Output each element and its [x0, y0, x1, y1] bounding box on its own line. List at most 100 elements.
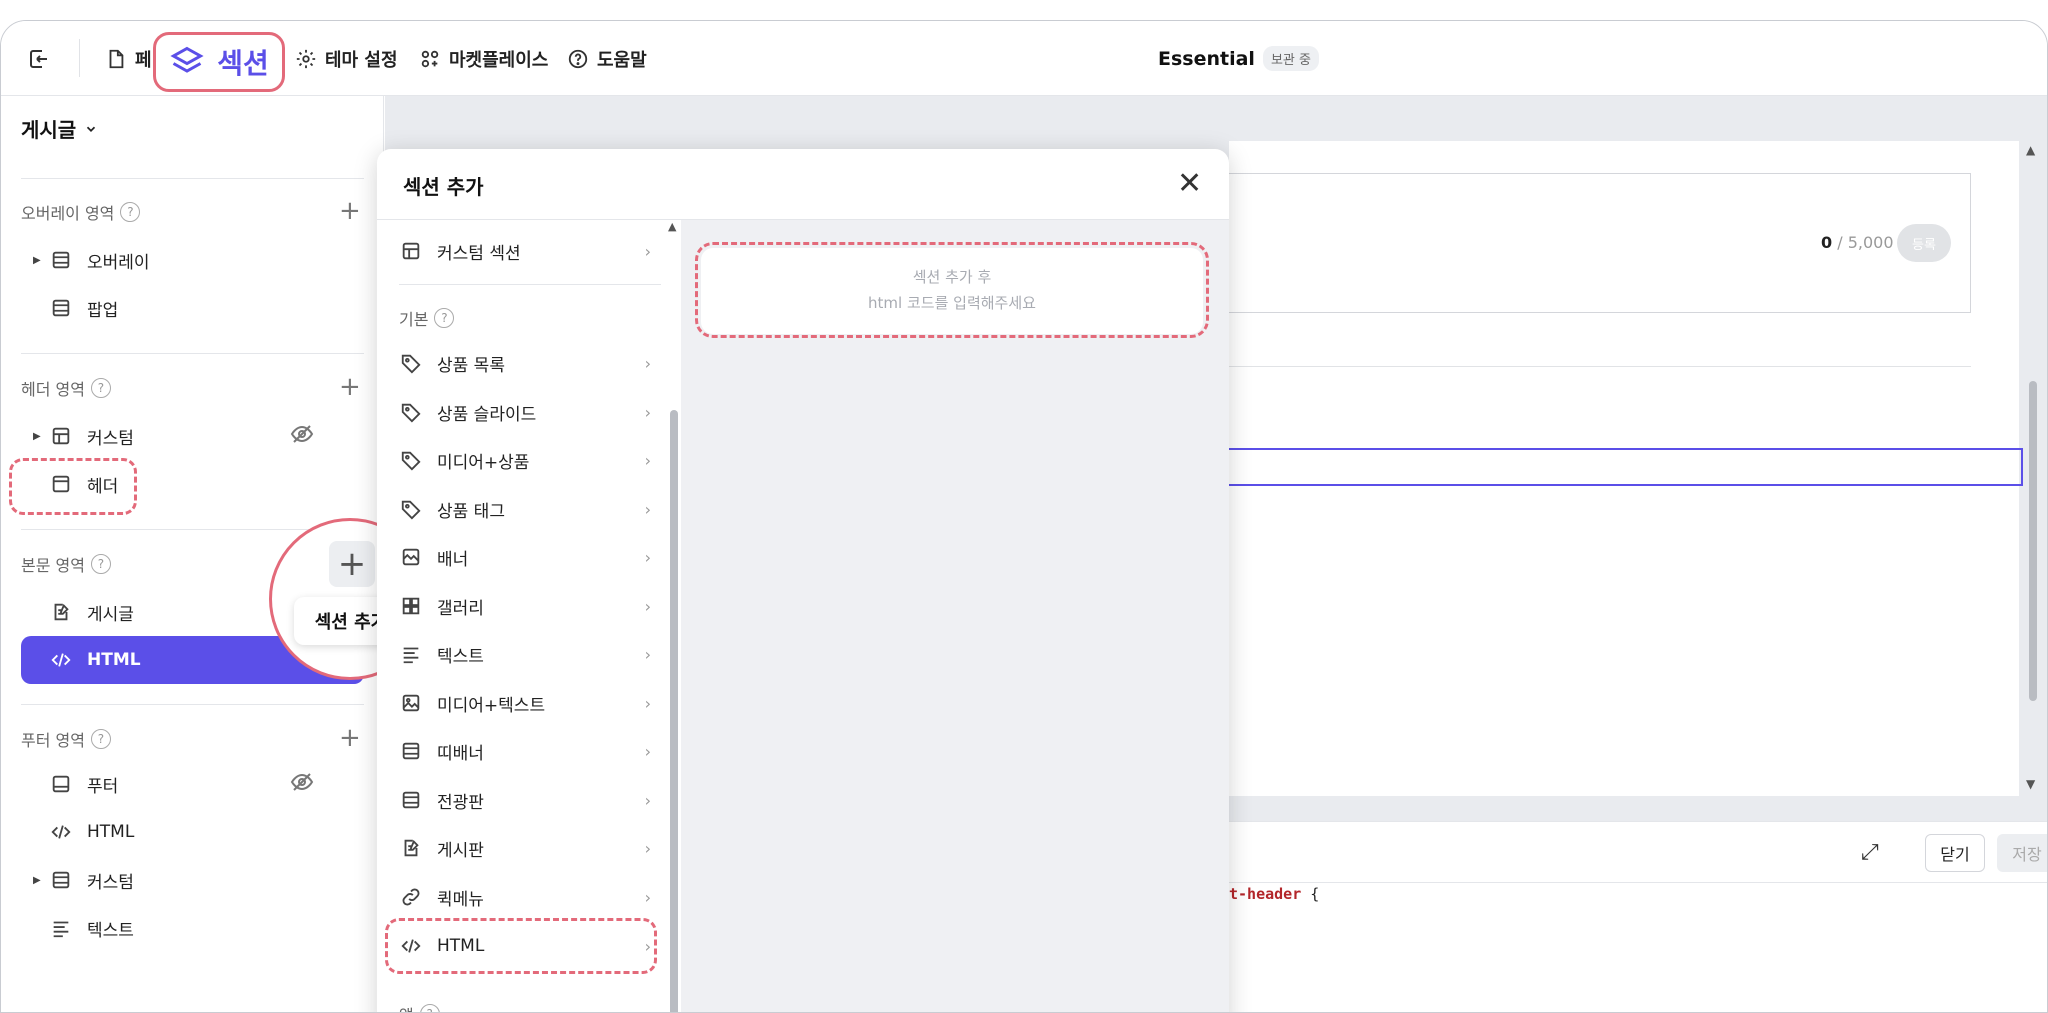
scroll-up-icon[interactable]: ▲	[2026, 143, 2035, 157]
edit-document-icon	[49, 600, 73, 624]
page-icon	[109, 49, 124, 68]
section-list-scrollbar[interactable]: ▲	[667, 220, 681, 1012]
menu-item-product-slide[interactable]: 상품 슬라이드 ›	[399, 392, 651, 432]
section-preview-pane: 섹션 추가 후 html 코드를 입력해주세요	[681, 219, 1229, 1012]
menu-item-banner[interactable]: 배너 ›	[399, 537, 651, 577]
marketplace-menu[interactable]: 마켓플레이스	[419, 21, 548, 96]
group-label-basic: 기본?	[399, 306, 455, 330]
theme-title-area: Essential 보관 중	[1158, 21, 1319, 96]
layout-rows-icon	[49, 296, 73, 320]
menu-item-gallery[interactable]: 갤러리 ›	[399, 586, 651, 626]
preview-frame: 0 / 5,000 등록	[1229, 141, 2023, 796]
menu-item-media-product[interactable]: 미디어+상품 ›	[399, 440, 651, 480]
page-menu[interactable]: 페	[105, 21, 152, 96]
add-overlay-button[interactable]: +	[339, 198, 361, 224]
caret-right-icon[interactable]: ▶	[33, 431, 49, 442]
help-icon[interactable]: ?	[90, 729, 111, 749]
menu-item-marquee[interactable]: 전광판 ›	[399, 780, 651, 820]
tag-icon	[399, 497, 423, 521]
code-editor-toolbar: ⤢ 닫기 저장	[1229, 821, 2047, 883]
layout-rows-icon	[399, 739, 423, 763]
layout-rows-icon	[49, 248, 73, 272]
caret-right-icon[interactable]: ▶	[33, 875, 49, 886]
register-button[interactable]: 등록	[1897, 224, 1951, 262]
sidebar-item-footer[interactable]: 푸터	[21, 760, 364, 808]
divider	[21, 353, 364, 354]
page-type-dropdown[interactable]: 게시글	[21, 114, 98, 143]
menu-item-quick-menu[interactable]: 퀵메뉴 ›	[399, 877, 651, 917]
menu-item-product-tag[interactable]: 상품 태그 ›	[399, 489, 651, 529]
tag-icon	[399, 448, 423, 472]
menu-item-strip-banner[interactable]: 띠배너 ›	[399, 731, 651, 771]
layout-rows-icon	[399, 788, 423, 812]
eye-off-icon[interactable]	[290, 422, 314, 451]
layout-rows-icon	[49, 868, 73, 892]
chevron-right-icon: ›	[644, 450, 651, 470]
add-header-button[interactable]: +	[339, 374, 361, 400]
sidebar-item-overlay[interactable]: ▶ 오버레이	[21, 236, 364, 284]
exit-button[interactable]	[27, 21, 59, 96]
eye-off-icon[interactable]	[290, 770, 314, 799]
sidebar-item-popup[interactable]: 팝업	[21, 284, 364, 332]
menu-item-custom-section[interactable]: 커스텀 섹션 ›	[399, 231, 651, 271]
gallery-icon	[399, 594, 423, 618]
banner-icon	[399, 545, 423, 569]
sidebar-item-footer-text[interactable]: 텍스트	[21, 904, 364, 952]
group-label-header: 헤더 영역?	[21, 376, 111, 400]
divider	[399, 284, 661, 285]
menu-item-board[interactable]: 게시판 ›	[399, 828, 651, 868]
help-menu[interactable]: 도움말	[567, 21, 647, 96]
theme-title: Essential	[1158, 47, 1255, 70]
scroll-up-icon[interactable]: ▲	[668, 220, 676, 233]
chevron-right-icon: ›	[644, 693, 651, 713]
html-item-highlight	[385, 918, 657, 974]
layout-icon	[399, 239, 423, 263]
help-icon[interactable]: ?	[120, 202, 141, 222]
scroll-thumb[interactable]	[670, 410, 678, 1012]
help-icon[interactable]: ?	[90, 378, 111, 398]
chevron-right-icon: ›	[644, 402, 651, 422]
sidebar-item-footer-custom[interactable]: ▶ 커스텀	[21, 856, 364, 904]
selected-section-outline[interactable]	[1229, 448, 2023, 486]
chevron-right-icon: ›	[644, 547, 651, 567]
close-button[interactable]: 닫기	[1925, 834, 1985, 872]
sidebar-item-custom[interactable]: ▶ 커스텀	[21, 412, 364, 460]
menu-item-media-text[interactable]: 미디어+텍스트 ›	[399, 683, 651, 723]
expand-icon[interactable]: ⤢	[1861, 840, 1879, 865]
scroll-down-icon[interactable]: ▼	[2026, 777, 2035, 791]
theme-settings-menu[interactable]: 테마 설정	[295, 21, 398, 96]
help-icon[interactable]: ?	[90, 554, 111, 574]
group-label-footer: 푸터 영역?	[21, 727, 111, 751]
add-section-modal: 섹션 추가 ✕ 커스텀 섹션 › 기본? 상품 목록 › 상품 슬라이드 › 미디어+…	[377, 149, 1229, 1012]
preview-scrollbar[interactable]: ▲ ▼	[2025, 141, 2041, 796]
apps-icon	[421, 50, 439, 67]
caret-right-icon[interactable]: ▶	[33, 255, 49, 266]
help-icon[interactable]: ?	[434, 308, 455, 328]
sidebar-item-footer-html[interactable]: HTML	[21, 808, 364, 856]
image-icon	[399, 691, 423, 715]
text-lines-icon	[399, 642, 423, 666]
add-section-button[interactable]: +	[329, 541, 375, 587]
divider	[1229, 366, 1971, 367]
gear-icon	[296, 49, 316, 68]
group-label-body: 본문 영역?	[21, 552, 111, 576]
link-icon	[399, 885, 423, 909]
save-button[interactable]: 저장	[1997, 834, 2047, 872]
chevron-right-icon: ›	[644, 741, 651, 761]
section-menu-highlight[interactable]: 섹션	[153, 32, 285, 92]
tag-icon	[399, 351, 423, 375]
layout-bottom-icon	[49, 772, 73, 796]
scroll-thumb[interactable]	[2029, 381, 2037, 701]
help-icon[interactable]: ?	[419, 1004, 440, 1012]
menu-item-text[interactable]: 텍스트 ›	[399, 634, 651, 674]
close-icon[interactable]: ✕	[1177, 169, 1202, 199]
char-counter: 0 / 5,000	[1821, 233, 1894, 252]
chevron-right-icon: ›	[644, 596, 651, 616]
code-editor[interactable]: t-header {	[1229, 883, 2047, 1012]
menu-item-product-list[interactable]: 상품 목록 ›	[399, 343, 651, 383]
code-icon	[49, 820, 73, 844]
add-footer-button[interactable]: +	[339, 725, 361, 751]
chevron-right-icon: ›	[644, 353, 651, 373]
body-area-highlight	[9, 458, 137, 515]
text-lines-icon	[49, 916, 73, 940]
